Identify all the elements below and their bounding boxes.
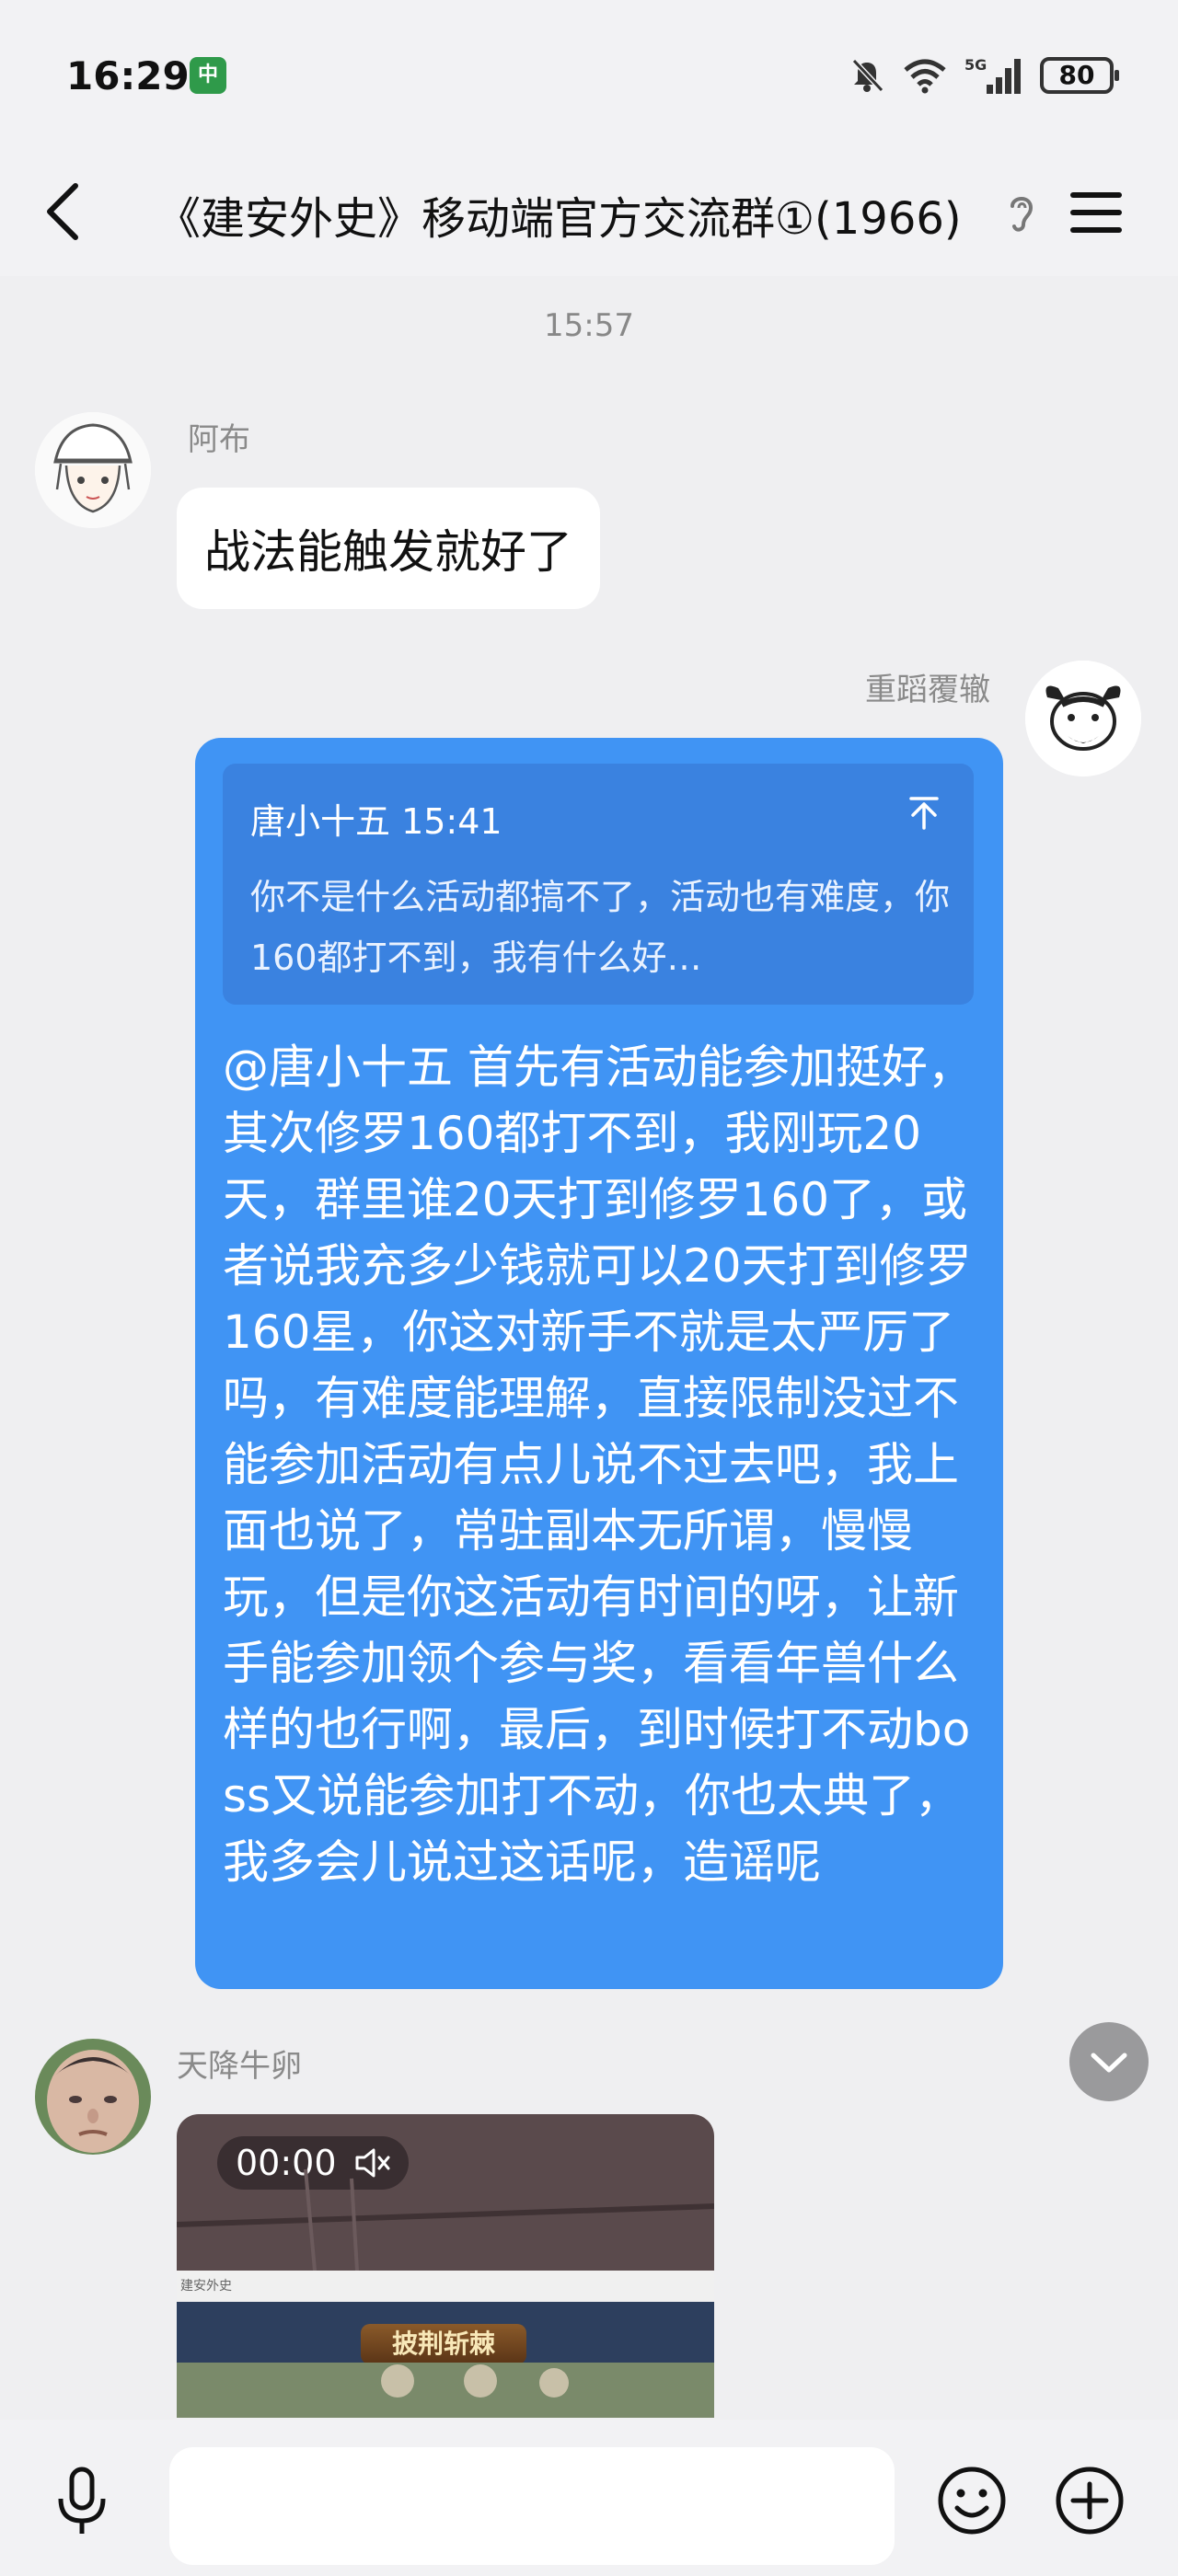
smiley-face-icon [938, 2467, 1006, 2535]
chevron-left-icon [47, 183, 78, 240]
emoji-button[interactable] [935, 2464, 1009, 2537]
back-button[interactable] [37, 175, 92, 248]
message-text: 战法能触发就好了 [204, 525, 572, 579]
status-indicators: 5G 80 [849, 55, 1119, 96]
message-bubble-self[interactable]: 唐小十五 15:41 你不是什么活动都搞不了，活动也有难度，你160都打不到，我… [195, 738, 1003, 1989]
ear-icon[interactable] [1003, 190, 1040, 236]
sender-name: 天降牛卵 [177, 2048, 302, 2085]
sender-name: 阿布 [188, 421, 250, 458]
signal-5g-icon: 5G [964, 56, 1021, 94]
wifi-icon [904, 59, 946, 94]
sender-name: 重蹈覆辙 [865, 672, 990, 708]
message-input-bar [0, 2420, 1178, 2576]
chat-message-list[interactable]: 15:57 阿布 战法能触发就好了 重蹈覆辙 唐小十五 15:41 你不是什么活… [0, 276, 1178, 2420]
video-frame-title: 建安外史 [177, 2271, 714, 2302]
plus-circle-icon [1056, 2467, 1124, 2535]
chat-header: 《建安外史》移动端官方交流群①(1966) [0, 147, 1178, 276]
avatar-cartoon-girl-icon [35, 412, 151, 528]
svg-text:5G: 5G [964, 56, 987, 74]
avatar[interactable] [35, 2039, 151, 2155]
avatar-photo-face-icon [35, 2039, 151, 2155]
video-frame-scenery [177, 2363, 714, 2418]
video-frame: 建安外史 披荆斩棘 [177, 2271, 714, 2418]
app-notification-icon: 中 [190, 57, 226, 94]
status-time: 16:29 [66, 53, 190, 98]
mute-bell-icon [851, 58, 884, 93]
microphone-icon [58, 2467, 106, 2534]
more-options-button[interactable] [1053, 2464, 1126, 2537]
group-title[interactable]: 《建安外史》移动端官方交流群①(1966) [156, 182, 962, 247]
video-message[interactable]: 00:00 建安外史 披荆斩棘 [177, 2114, 714, 2418]
quoted-message[interactable]: 唐小十五 15:41 你不是什么活动都搞不了，活动也有难度，你160都打不到，我… [223, 764, 974, 1005]
message-text: @唐小十五 首先有活动能参加挺好，其次修罗160都打不到，我刚玩20天，群里谁2… [223, 1041, 974, 1889]
jump-to-top-icon[interactable] [906, 791, 942, 832]
battery-indicator: 80 [1040, 57, 1119, 94]
quote-text: 你不是什么活动都搞不了，活动也有难度，你160都打不到，我有什么好… [250, 877, 951, 978]
avatar[interactable] [35, 412, 151, 528]
voice-input-button[interactable] [50, 2464, 114, 2539]
hamburger-menu-icon [1070, 192, 1122, 233]
message-timestamp: 15:57 [544, 307, 634, 344]
avatar-bull-face-icon [1025, 661, 1141, 776]
message-input[interactable] [169, 2447, 895, 2565]
status-bar: 16:29 中 5G 80 [0, 0, 1178, 147]
avatar[interactable] [1025, 661, 1141, 776]
menu-button[interactable] [1068, 180, 1125, 245]
message-bubble[interactable]: 战法能触发就好了 [177, 488, 600, 609]
chevron-down-icon [1091, 2053, 1127, 2073]
video-background-lines [177, 2168, 714, 2271]
scroll-to-bottom-button[interactable] [1069, 2022, 1149, 2101]
video-frame-banner: 披荆斩棘 [361, 2324, 526, 2364]
quote-header: 唐小十五 15:41 [250, 801, 502, 842]
